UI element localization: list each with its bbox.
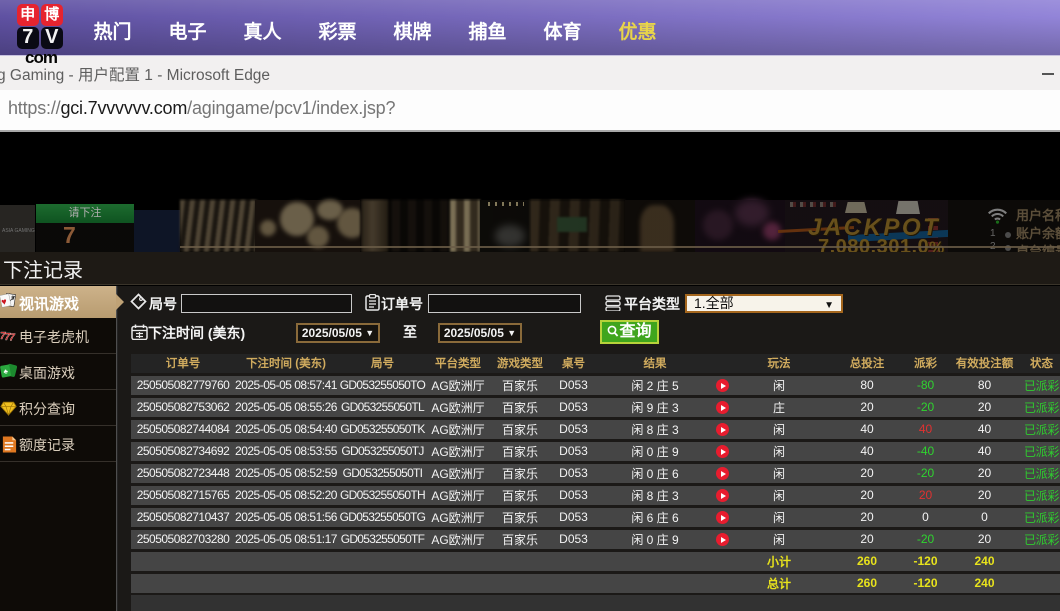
svg-text:7: 7 bbox=[9, 333, 15, 344]
